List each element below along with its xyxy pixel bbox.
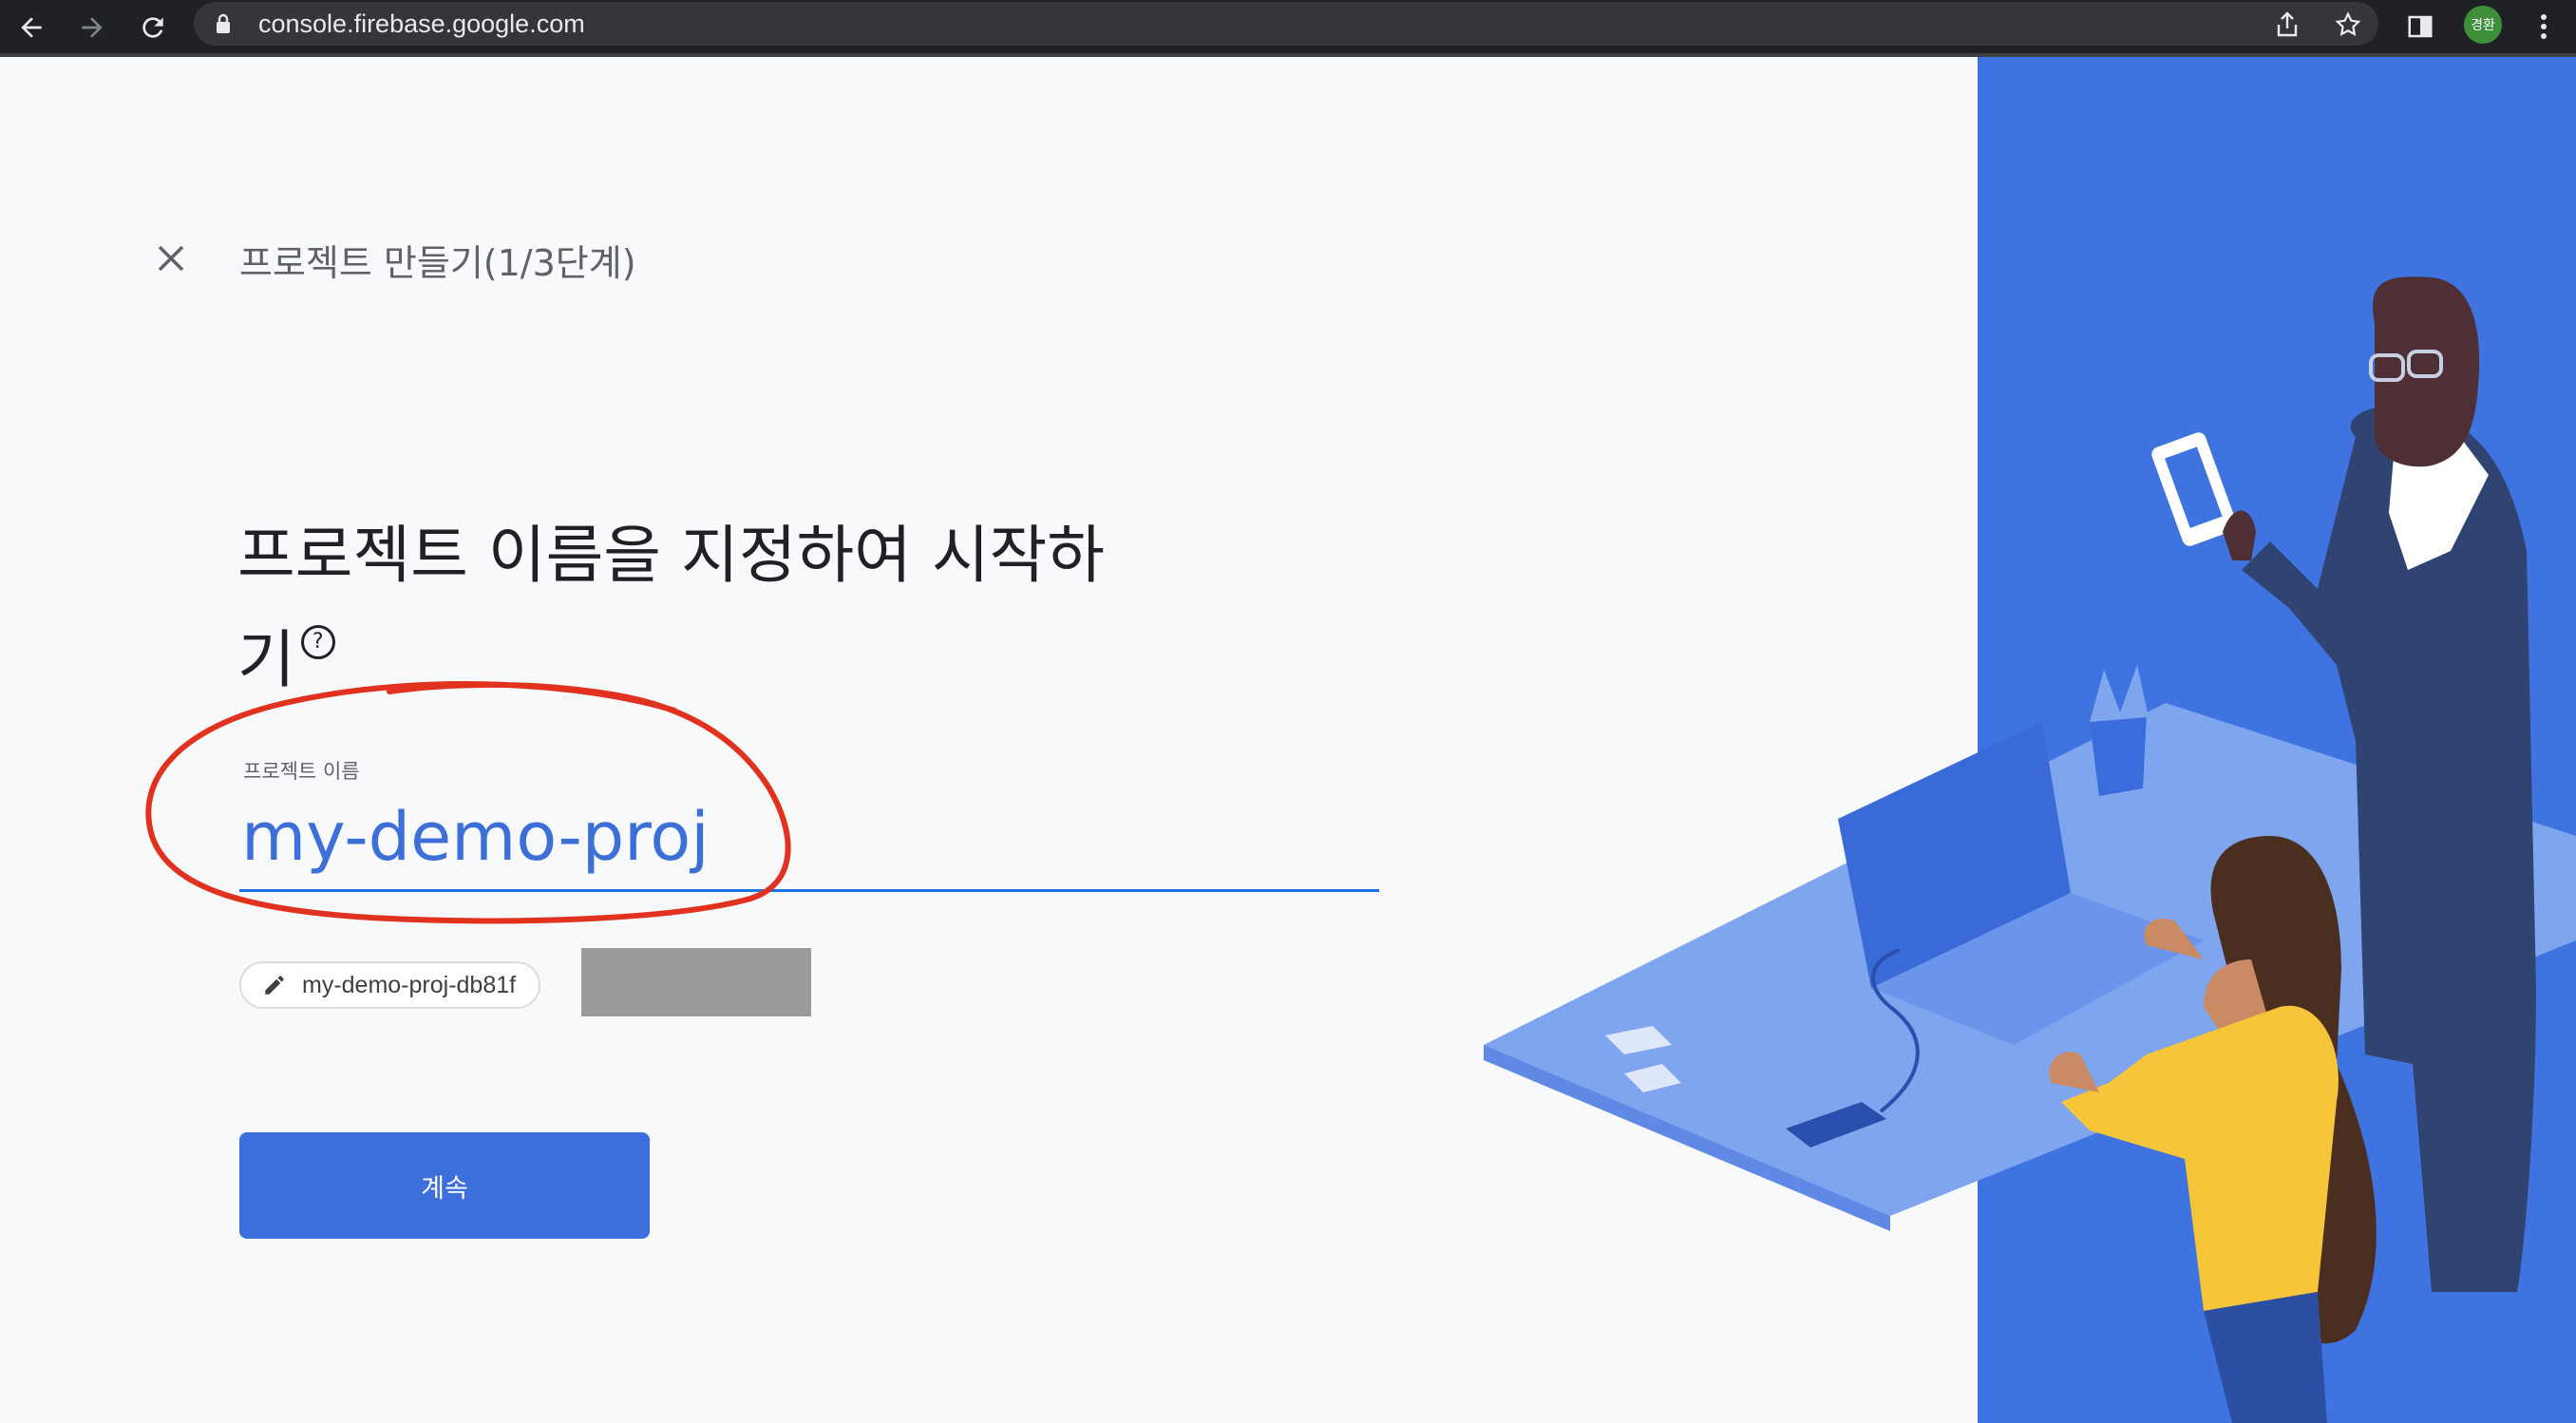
profile-avatar[interactable]: 경환 xyxy=(2464,6,2502,44)
browser-toolbar: console.firebase.google.com 경환 xyxy=(0,0,2576,57)
back-button[interactable] xyxy=(9,6,53,49)
close-icon xyxy=(158,245,184,272)
redacted-region xyxy=(581,948,811,1016)
forward-arrow-icon xyxy=(82,17,103,38)
back-arrow-icon xyxy=(21,17,42,38)
side-panel-icon xyxy=(2408,15,2433,38)
close-button[interactable] xyxy=(150,237,192,279)
more-vert-icon xyxy=(2541,14,2547,39)
plant-pot xyxy=(2090,712,2147,796)
man-head xyxy=(2373,276,2480,467)
project-id-chip[interactable]: my-demo-proj-db81f xyxy=(239,961,541,1009)
continue-button[interactable]: 계속 xyxy=(239,1132,650,1239)
share-icon[interactable] xyxy=(2270,8,2304,42)
forward-button[interactable] xyxy=(70,6,114,49)
url-text: console.firebase.google.com xyxy=(258,9,585,38)
menu-button[interactable] xyxy=(2523,6,2565,47)
project-id-text: my-demo-proj-db81f xyxy=(302,971,517,998)
star-icon[interactable] xyxy=(2331,8,2365,42)
reload-icon xyxy=(142,17,163,38)
address-bar[interactable]: console.firebase.google.com xyxy=(194,2,2378,46)
reload-button[interactable] xyxy=(131,6,175,49)
help-icon[interactable]: ? xyxy=(300,625,335,659)
lock-icon xyxy=(215,12,232,39)
heading-text: 프로젝트 이름을 지정하여 시작하기 xyxy=(237,519,1106,696)
step-title: 프로젝트 만들기(1/3단계) xyxy=(239,242,636,284)
annotation-circle xyxy=(145,681,791,924)
hero-illustration xyxy=(1484,57,2576,1423)
side-panel-button[interactable] xyxy=(2399,6,2441,47)
pencil-icon xyxy=(260,971,289,999)
